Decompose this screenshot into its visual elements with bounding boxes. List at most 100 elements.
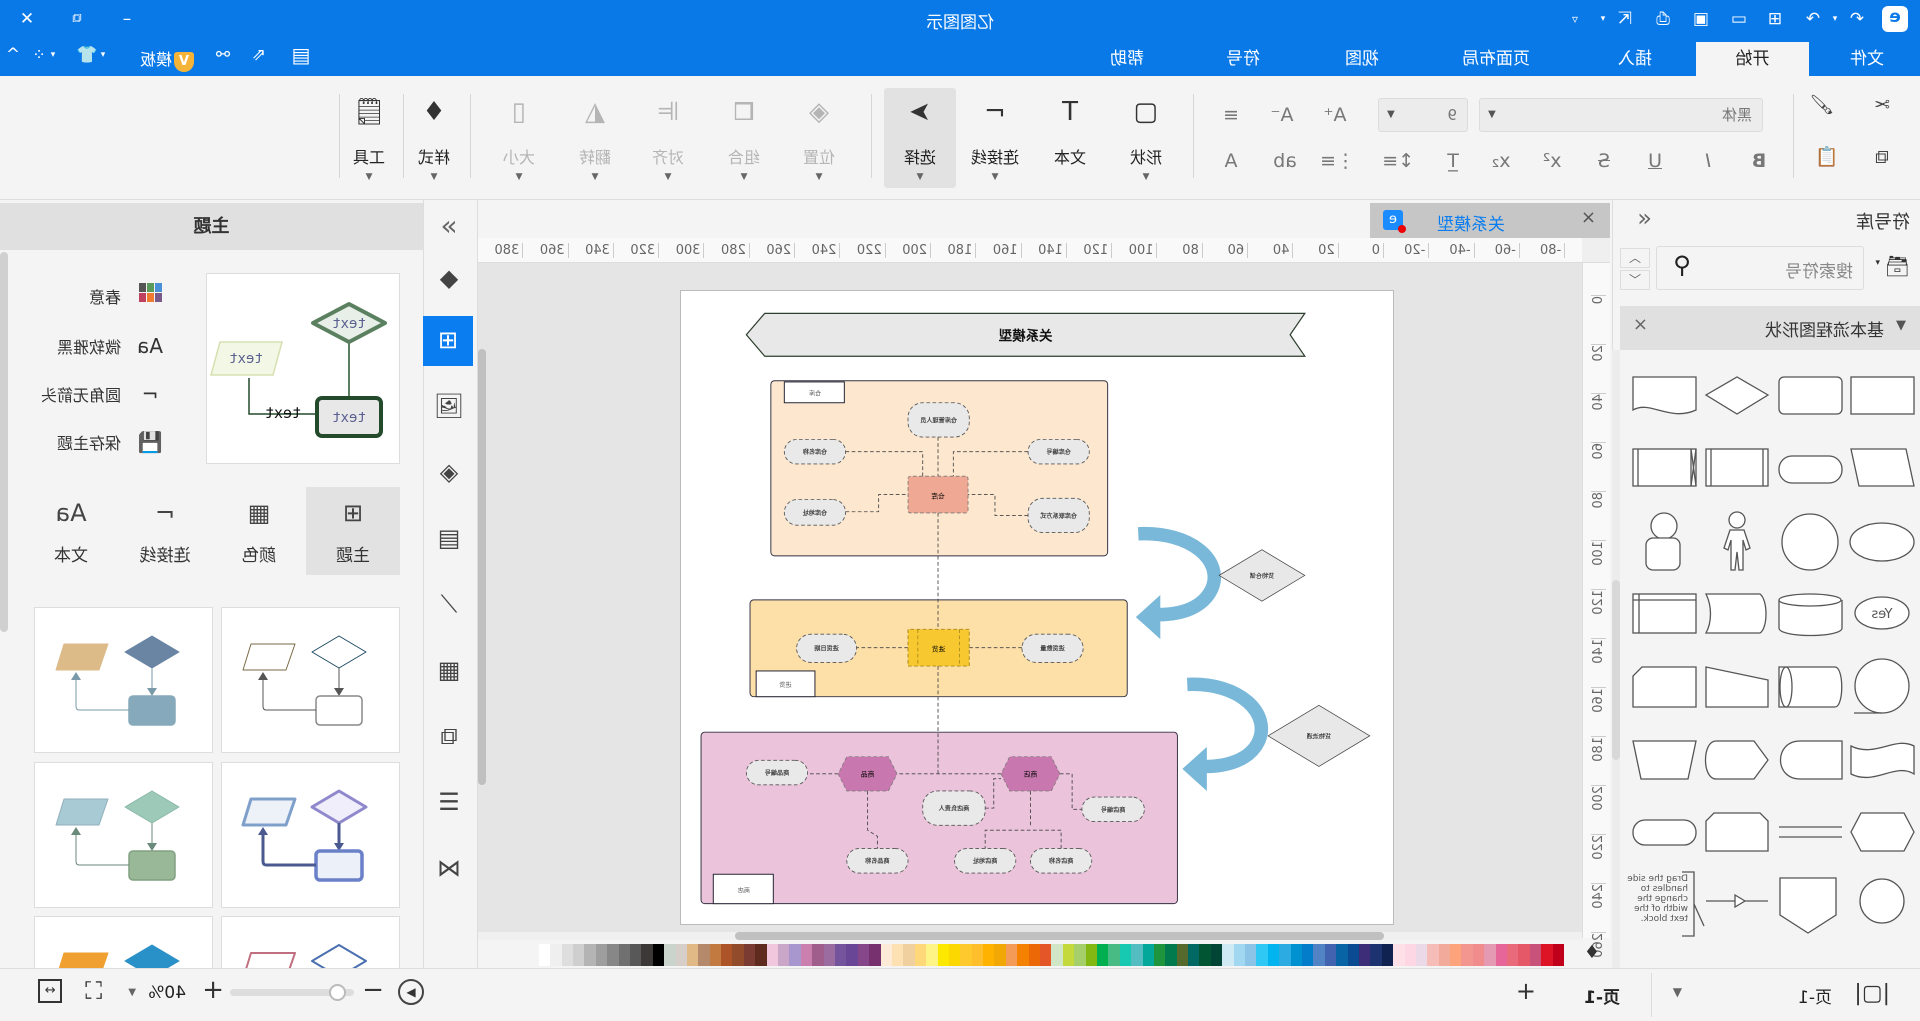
color-swatch[interactable] bbox=[1153, 944, 1166, 966]
highlight-icon[interactable]: ab bbox=[1270, 146, 1300, 176]
theme-tab-text[interactable]: Aa 文本 bbox=[24, 487, 118, 575]
color-swatch[interactable] bbox=[584, 944, 596, 966]
attribute-node[interactable]: 商品编号 bbox=[745, 759, 809, 786]
color-swatch[interactable] bbox=[1040, 944, 1052, 966]
color-swatch[interactable] bbox=[1074, 944, 1086, 966]
tab-view[interactable]: 视图 bbox=[1322, 42, 1402, 76]
style-button[interactable]: ♦ 样式 ▼ bbox=[401, 88, 467, 188]
fill-color-icon[interactable]: ♦ bbox=[1584, 942, 1600, 963]
color-swatch[interactable] bbox=[937, 944, 949, 966]
color-swatch[interactable] bbox=[675, 944, 687, 966]
group-button[interactable]: ⧠ 组合 ▼ bbox=[711, 88, 777, 188]
color-swatch[interactable] bbox=[926, 944, 938, 966]
color-swatch[interactable] bbox=[1472, 944, 1485, 966]
paste-icon[interactable]: 📋 bbox=[1812, 142, 1842, 172]
color-swatch[interactable] bbox=[983, 944, 995, 966]
library-icon[interactable]: 🗃 bbox=[1885, 254, 1910, 278]
select-button[interactable]: ➤ 选择 ▼ bbox=[884, 88, 956, 188]
color-swatch[interactable] bbox=[778, 944, 790, 966]
color-swatch[interactable] bbox=[891, 944, 904, 966]
tab-page-layout[interactable]: 页面布局 bbox=[1442, 42, 1550, 76]
color-swatch[interactable] bbox=[1005, 944, 1018, 966]
color-swatch[interactable] bbox=[755, 944, 767, 966]
theme-tab-connector[interactable]: ⌐ 连接线 bbox=[118, 487, 212, 575]
color-swatch[interactable] bbox=[846, 944, 858, 966]
color-swatch[interactable] bbox=[1165, 944, 1177, 966]
color-swatch[interactable] bbox=[1210, 944, 1223, 966]
color-swatch[interactable] bbox=[1370, 944, 1382, 966]
apps-icon[interactable]: ⁘ bbox=[28, 44, 50, 66]
color-swatch[interactable] bbox=[561, 944, 574, 966]
color-swatch[interactable] bbox=[1450, 944, 1462, 966]
cut-icon[interactable]: ✂ bbox=[1867, 90, 1897, 120]
format-painter-icon[interactable]: 🖌 bbox=[1807, 90, 1837, 120]
color-swatch[interactable] bbox=[1552, 944, 1564, 966]
color-swatch[interactable] bbox=[732, 944, 744, 966]
fullscreen-icon[interactable]: ⛶ bbox=[85, 977, 102, 1005]
page-tab[interactable]: 页-1 bbox=[1798, 983, 1832, 1008]
attribute-node[interactable]: 仓库联系方式 bbox=[1027, 497, 1090, 533]
copy-icon[interactable]: ⧉ bbox=[1867, 142, 1897, 172]
color-swatch[interactable] bbox=[1336, 944, 1348, 966]
zoom-in-icon[interactable]: + bbox=[202, 975, 224, 1005]
share-icon[interactable]: ⚯ bbox=[212, 44, 234, 66]
color-swatch[interactable] bbox=[994, 944, 1006, 966]
flip-button[interactable]: ◭ 翻转 ▼ bbox=[562, 88, 628, 188]
color-swatch[interactable] bbox=[1199, 944, 1211, 966]
dropdown-icon[interactable]: ▾ bbox=[1875, 258, 1880, 268]
color-swatch[interactable] bbox=[1495, 944, 1508, 966]
bold-icon[interactable]: B bbox=[1744, 146, 1774, 176]
font-name-select[interactable]: 黑体 ▼ bbox=[1479, 98, 1763, 132]
italic-icon[interactable]: I bbox=[1693, 146, 1723, 176]
shirt-icon[interactable]: 👕 bbox=[76, 44, 98, 66]
panel-scrollbar[interactable] bbox=[1612, 350, 1620, 968]
collapse-panel-icon[interactable]: « bbox=[1637, 204, 1652, 232]
color-swatch[interactable] bbox=[1119, 944, 1132, 966]
color-swatch[interactable] bbox=[800, 944, 813, 966]
color-swatch[interactable] bbox=[1267, 944, 1280, 966]
color-swatch[interactable] bbox=[595, 944, 608, 966]
chart-icon[interactable]: ⟋ bbox=[425, 580, 473, 628]
color-swatch[interactable] bbox=[812, 944, 824, 966]
zoom-slider[interactable] bbox=[230, 984, 354, 1001]
restore-icon[interactable]: ⧉ bbox=[66, 8, 88, 30]
color-swatch[interactable] bbox=[960, 944, 972, 966]
theme-thumbnail[interactable] bbox=[221, 762, 400, 908]
tab-symbol[interactable]: 符号 bbox=[1203, 42, 1283, 76]
panel-scrollbar[interactable] bbox=[0, 252, 8, 632]
add-page-icon[interactable]: + bbox=[1516, 977, 1536, 1005]
attribute-node[interactable]: 仓库管理人员 bbox=[907, 402, 970, 438]
color-swatch[interactable] bbox=[835, 944, 847, 966]
color-swatch[interactable] bbox=[652, 944, 665, 966]
theme-tab-theme[interactable]: ⊞ 主题 bbox=[306, 487, 400, 575]
color-swatch[interactable] bbox=[1415, 944, 1428, 966]
attribute-node[interactable]: 商品名称 bbox=[846, 848, 909, 874]
color-swatch[interactable] bbox=[1233, 944, 1246, 966]
tools-button[interactable]: 🗒 工具 ▼ bbox=[336, 88, 402, 188]
fill-icon[interactable]: ◆ bbox=[425, 254, 473, 302]
color-swatch[interactable] bbox=[698, 944, 710, 966]
align-button[interactable]: ⊫ 对齐 ▼ bbox=[635, 88, 701, 188]
line-spacing-icon[interactable]: ↕≡ bbox=[1382, 146, 1414, 176]
color-swatch[interactable] bbox=[641, 944, 653, 966]
color-swatch[interactable] bbox=[1484, 944, 1496, 966]
strikethrough-icon[interactable]: S bbox=[1589, 146, 1619, 176]
color-swatch[interactable] bbox=[1256, 944, 1268, 966]
color-swatch[interactable] bbox=[550, 944, 562, 966]
color-swatch[interactable] bbox=[1313, 944, 1325, 966]
text-button[interactable]: T 文本 bbox=[1037, 88, 1103, 188]
color-swatch[interactable] bbox=[1176, 944, 1189, 966]
diagram-page[interactable]: 关系模型 仓库 进货 商店 仓库 进货 商品 商店 仓库管理人员 仓库名称 仓库编号… bbox=[680, 290, 1394, 925]
font-size-select[interactable]: 9 ▼ bbox=[1378, 98, 1468, 132]
symbol-search-input[interactable]: 搜索符号 ⚲ bbox=[1656, 246, 1864, 290]
zoom-level[interactable]: 40% bbox=[148, 983, 186, 1003]
theme-icon[interactable]: ⊞ bbox=[423, 316, 473, 366]
theme-thumbnail[interactable] bbox=[34, 607, 213, 753]
attribute-node[interactable]: 仓库名称 bbox=[783, 439, 846, 465]
size-button[interactable]: ▯ 大小 ▼ bbox=[486, 88, 552, 188]
close-section-icon[interactable]: × bbox=[1633, 314, 1648, 335]
page-list-dropdown-icon[interactable]: ▼ bbox=[1673, 985, 1682, 999]
color-swatch[interactable] bbox=[1518, 944, 1530, 966]
minimize-icon[interactable]: – bbox=[116, 8, 138, 30]
mindmap-icon[interactable]: ⋈ bbox=[425, 844, 473, 892]
